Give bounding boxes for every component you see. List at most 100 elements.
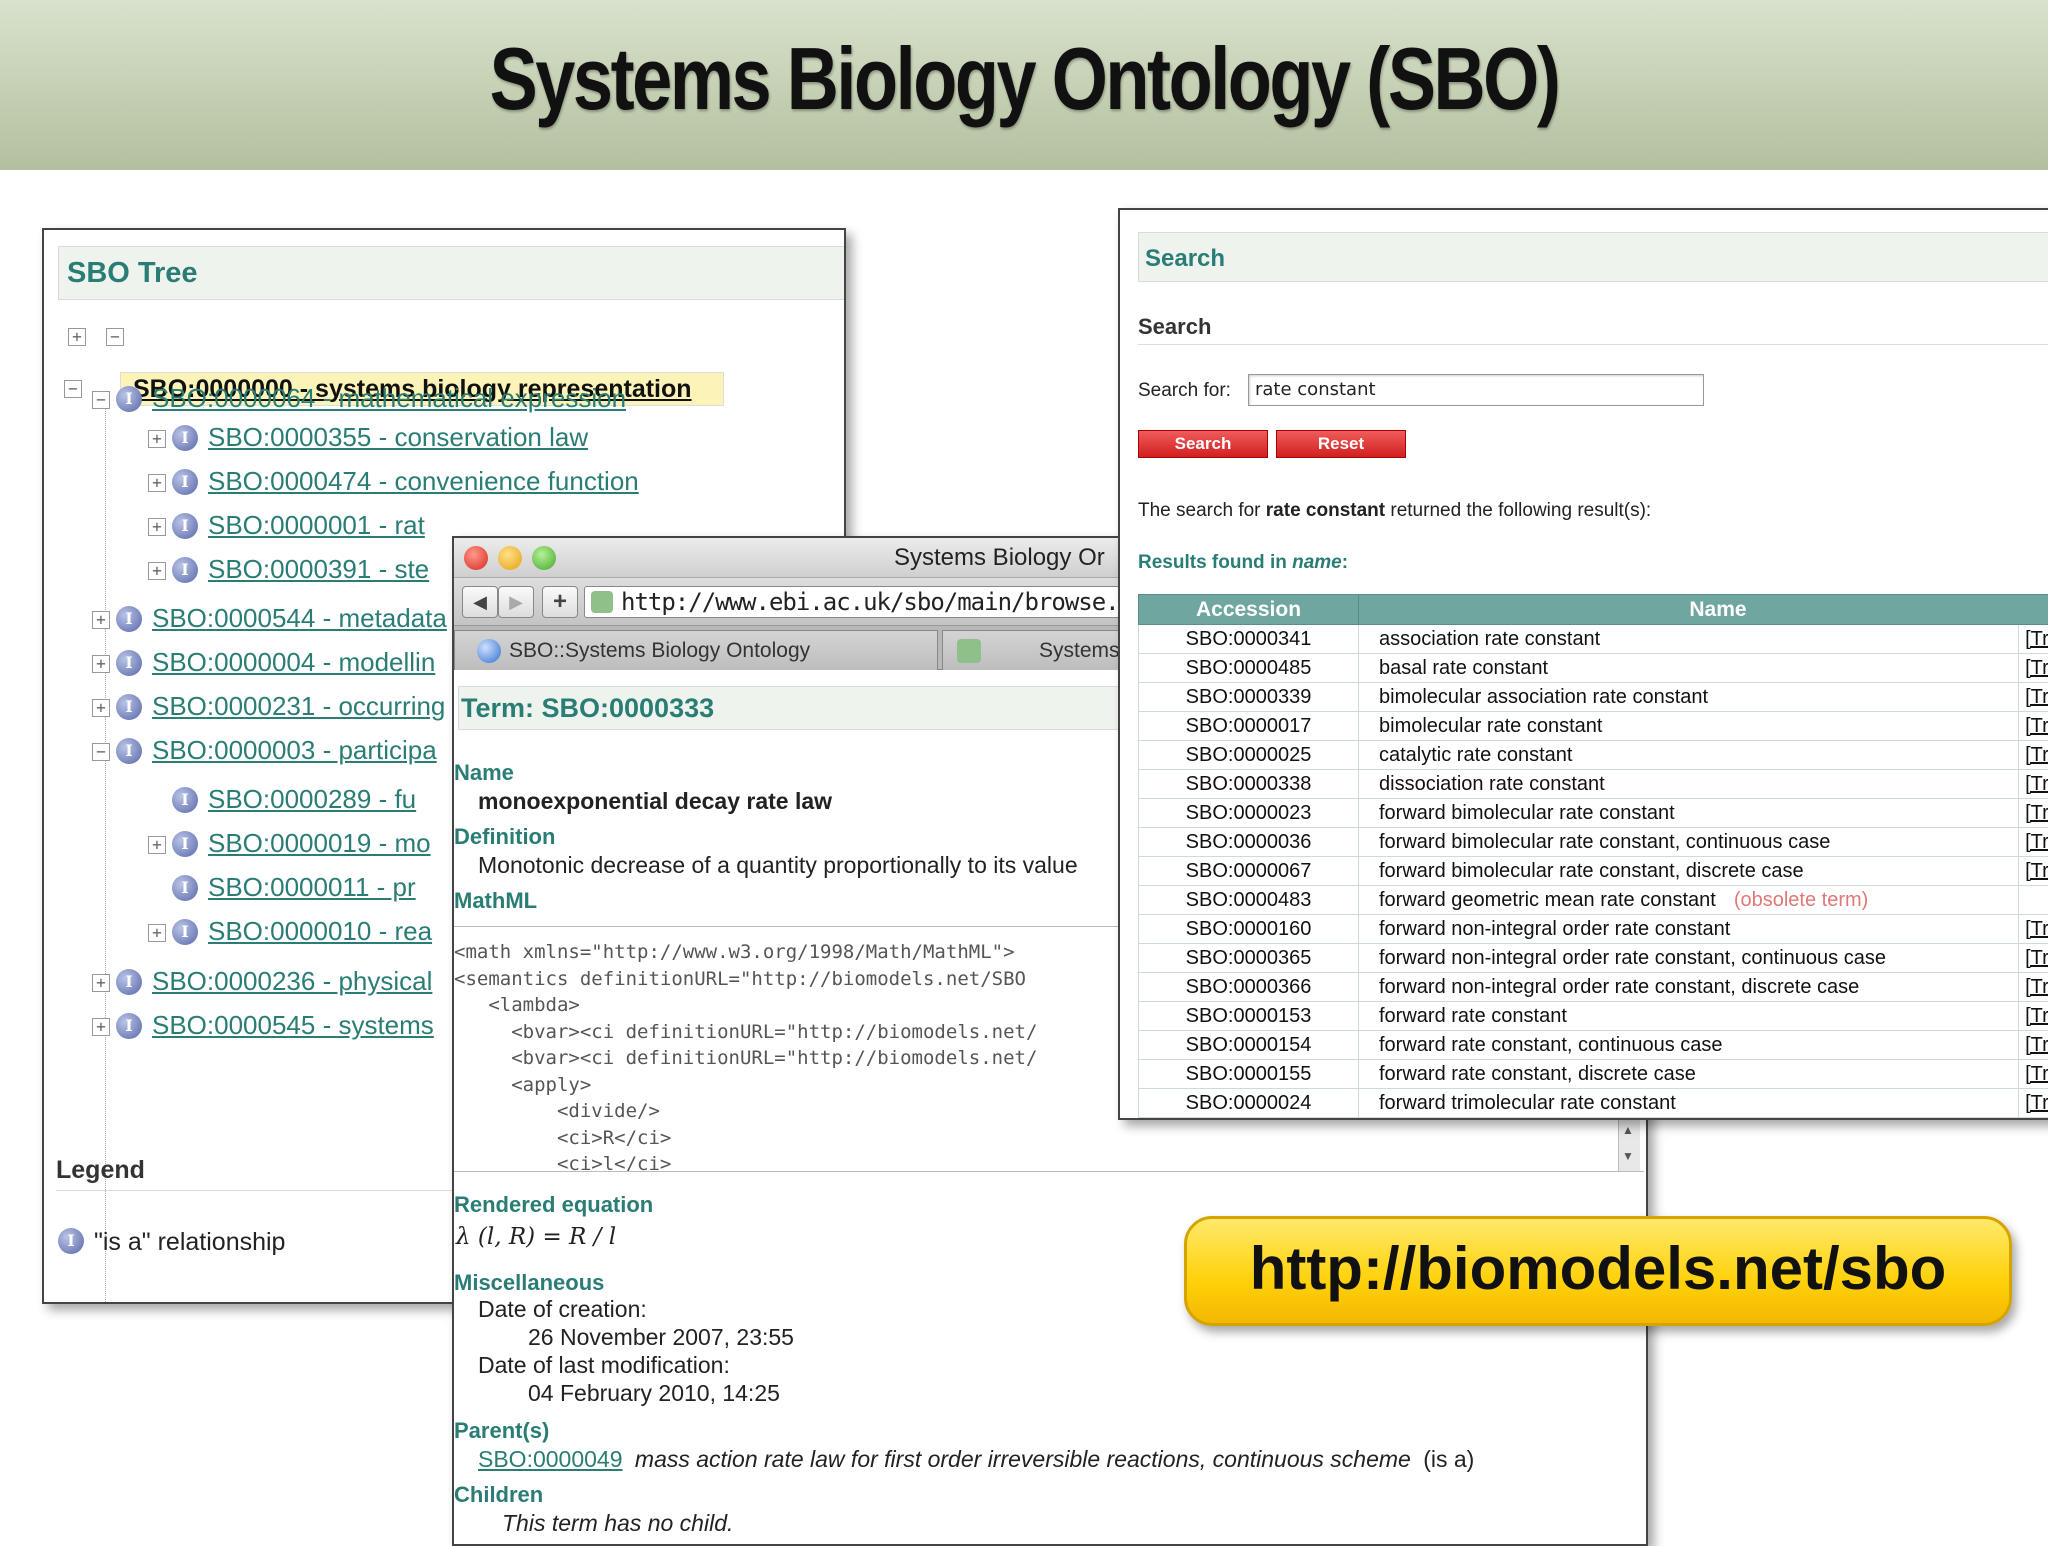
tab-sbo-ontology[interactable]: SBO::Systems Biology Ontology bbox=[454, 630, 938, 670]
tree-item-link[interactable]: SBO:0000019 - mo bbox=[208, 828, 431, 859]
name-cell: bimolecular association rate constant bbox=[1359, 683, 2019, 712]
new-tab-button[interactable]: + bbox=[542, 586, 578, 618]
tree-link[interactable]: [Tree bbox=[2019, 654, 2048, 683]
expand-node-icon[interactable]: + bbox=[92, 699, 110, 717]
is-a-relationship-icon: I bbox=[116, 694, 142, 720]
is-a-relationship-icon: I bbox=[116, 738, 142, 764]
tree-item-link[interactable]: SBO:0000001 - rat bbox=[208, 510, 425, 541]
accession-cell: SBO:0000339 bbox=[1139, 683, 1359, 712]
scroll-down-icon[interactable]: ▼ bbox=[1622, 1149, 1634, 1163]
expand-node-icon[interactable]: + bbox=[148, 474, 166, 492]
is-a-relationship-icon: I bbox=[116, 650, 142, 676]
rendered-equation-label: Rendered equation bbox=[454, 1192, 653, 1218]
window-title: Systems Biology Or bbox=[894, 544, 1105, 572]
tree-link[interactable]: [Tree bbox=[2019, 1031, 2048, 1060]
minimize-window-icon[interactable] bbox=[498, 546, 522, 570]
tree-link[interactable]: [Tree bbox=[2019, 1060, 2048, 1089]
table-row: SBO:0000155forward rate constant, discre… bbox=[1139, 1060, 2048, 1089]
collapse-all-icon[interactable]: − bbox=[106, 328, 124, 346]
search-section-title: Search bbox=[1138, 314, 1211, 340]
collapse-node-icon[interactable]: − bbox=[92, 391, 110, 409]
expand-node-icon[interactable]: + bbox=[92, 655, 110, 673]
tree-link[interactable]: [Tree bbox=[2019, 944, 2048, 973]
site-favicon-icon bbox=[957, 639, 981, 663]
reset-button[interactable]: Reset bbox=[1276, 430, 1406, 458]
tree-item-link[interactable]: SBO:0000355 - conservation law bbox=[208, 422, 588, 453]
tree-link[interactable]: [Tree bbox=[2019, 799, 2048, 828]
tree-link[interactable]: [Tree bbox=[2019, 1002, 2048, 1031]
tree-item-link[interactable]: SBO:0000391 - ste bbox=[208, 554, 429, 585]
expand-node-icon[interactable]: + bbox=[92, 611, 110, 629]
close-window-icon[interactable] bbox=[464, 546, 488, 570]
tree-item-link[interactable]: SBO:0000289 - fu bbox=[208, 784, 416, 815]
tree-item-link[interactable]: SBO:0000474 - convenience function bbox=[208, 466, 639, 497]
expand-node-icon[interactable]: + bbox=[148, 836, 166, 854]
column-header-accession: Accession bbox=[1139, 595, 1359, 625]
tree-link[interactable]: [Tree bbox=[2019, 770, 2048, 799]
accession-cell: SBO:0000160 bbox=[1139, 915, 1359, 944]
name-cell: association rate constant bbox=[1359, 625, 2019, 654]
search-button[interactable]: Search bbox=[1138, 430, 1268, 458]
tree-link[interactable]: [Tree bbox=[2019, 857, 2048, 886]
tree-link[interactable]: [Tree bbox=[2019, 828, 2048, 857]
table-row: SBO:0000341association rate constant[Tre… bbox=[1139, 625, 2048, 654]
tree-link[interactable]: [Tree bbox=[2019, 973, 2048, 1002]
name-cell: bimolecular rate constant bbox=[1359, 712, 2019, 741]
obsolete-badge: (obsolete term) bbox=[1734, 889, 1869, 911]
rendered-equation: λ (l, R) = R / l bbox=[456, 1224, 616, 1250]
tree-item-link[interactable]: SBO:0000064 - mathematical expression bbox=[152, 383, 626, 414]
table-row: SBO:0000017bimolecular rate constant[Tre… bbox=[1139, 712, 2048, 741]
back-button[interactable]: ◀ bbox=[462, 586, 498, 618]
parent-link[interactable]: SBO:0000049 bbox=[478, 1446, 623, 1472]
tree-link[interactable]: [Tree bbox=[2019, 1089, 2048, 1118]
results-found-label: Results found in name: bbox=[1138, 552, 1348, 574]
tree-link[interactable]: [Tree bbox=[2019, 915, 2048, 944]
tree-link[interactable]: [Tree bbox=[2019, 712, 2048, 741]
tree-item-link[interactable]: SBO:0000004 - modellin bbox=[152, 647, 435, 678]
parent-description: mass action rate law for first order irr… bbox=[635, 1446, 1411, 1472]
tree-link[interactable]: [Tree bbox=[2019, 741, 2048, 770]
expand-node-icon[interactable]: + bbox=[92, 1018, 110, 1036]
tree-item-link[interactable]: SBO:0000010 - rea bbox=[208, 916, 432, 947]
scroll-up-icon[interactable]: ▲ bbox=[1622, 1123, 1634, 1137]
tree-link[interactable]: [Tree bbox=[2019, 625, 2048, 654]
name-cell: forward trimolecular rate constant bbox=[1359, 1089, 2019, 1118]
expand-all-icon[interactable]: + bbox=[68, 328, 86, 346]
accession-cell: SBO:0000366 bbox=[1139, 973, 1359, 1002]
table-row: SBO:0000023forward bimolecular rate cons… bbox=[1139, 799, 2048, 828]
tree-link[interactable]: [Tree bbox=[2019, 683, 2048, 712]
expand-node-icon[interactable]: + bbox=[148, 518, 166, 536]
tree-item-link[interactable]: SBO:0000011 - pr bbox=[208, 872, 416, 903]
table-row: SBO:0000025catalytic rate constant[Tree bbox=[1139, 741, 2048, 770]
tree-item-link[interactable]: SBO:0000236 - physical bbox=[152, 966, 432, 997]
expand-node-icon[interactable]: + bbox=[148, 430, 166, 448]
accession-cell: SBO:0000154 bbox=[1139, 1031, 1359, 1060]
mathml-code: <math xmlns="http://www.w3.org/1998/Math… bbox=[454, 939, 1037, 1172]
tree-item-link[interactable]: SBO:0000003 - participa bbox=[152, 735, 437, 766]
tree-item-link[interactable]: SBO:0000544 - metadata bbox=[152, 603, 447, 634]
search-input[interactable]: rate constant bbox=[1248, 374, 1704, 406]
parent-relation: (is a) bbox=[1423, 1446, 1474, 1472]
is-a-relationship-icon: I bbox=[172, 557, 198, 583]
accession-cell: SBO:0000153 bbox=[1139, 1002, 1359, 1031]
name-cell: forward geometric mean rate constant(obs… bbox=[1359, 886, 2019, 915]
expand-node-icon[interactable]: + bbox=[148, 562, 166, 580]
table-row: SBO:0000160forward non-integral order ra… bbox=[1139, 915, 2048, 944]
zoom-window-icon[interactable] bbox=[532, 546, 556, 570]
accession-cell: SBO:0000485 bbox=[1139, 654, 1359, 683]
name-cell: forward non-integral order rate constant… bbox=[1359, 973, 2019, 1002]
table-row: SBO:0000036forward bimolecular rate cons… bbox=[1139, 828, 2048, 857]
forward-button[interactable]: ▶ bbox=[498, 586, 534, 618]
tree-item-link[interactable]: SBO:0000545 - systems bbox=[152, 1010, 434, 1041]
collapse-node-icon[interactable]: − bbox=[92, 743, 110, 761]
table-row: SBO:0000365forward non-integral order ra… bbox=[1139, 944, 2048, 973]
creation-date: 26 November 2007, 23:55 bbox=[528, 1324, 794, 1351]
expand-node-icon[interactable]: + bbox=[148, 924, 166, 942]
table-row: SBO:0000338dissociation rate constant[Tr… bbox=[1139, 770, 2048, 799]
parents-label: Parent(s) bbox=[454, 1418, 549, 1444]
name-label: Name bbox=[454, 760, 514, 786]
expand-node-icon[interactable]: + bbox=[92, 974, 110, 992]
tree-item-link[interactable]: SBO:0000231 - occurring bbox=[152, 691, 445, 722]
root-toggle-icon[interactable]: − bbox=[64, 380, 82, 398]
accession-cell: SBO:0000017 bbox=[1139, 712, 1359, 741]
